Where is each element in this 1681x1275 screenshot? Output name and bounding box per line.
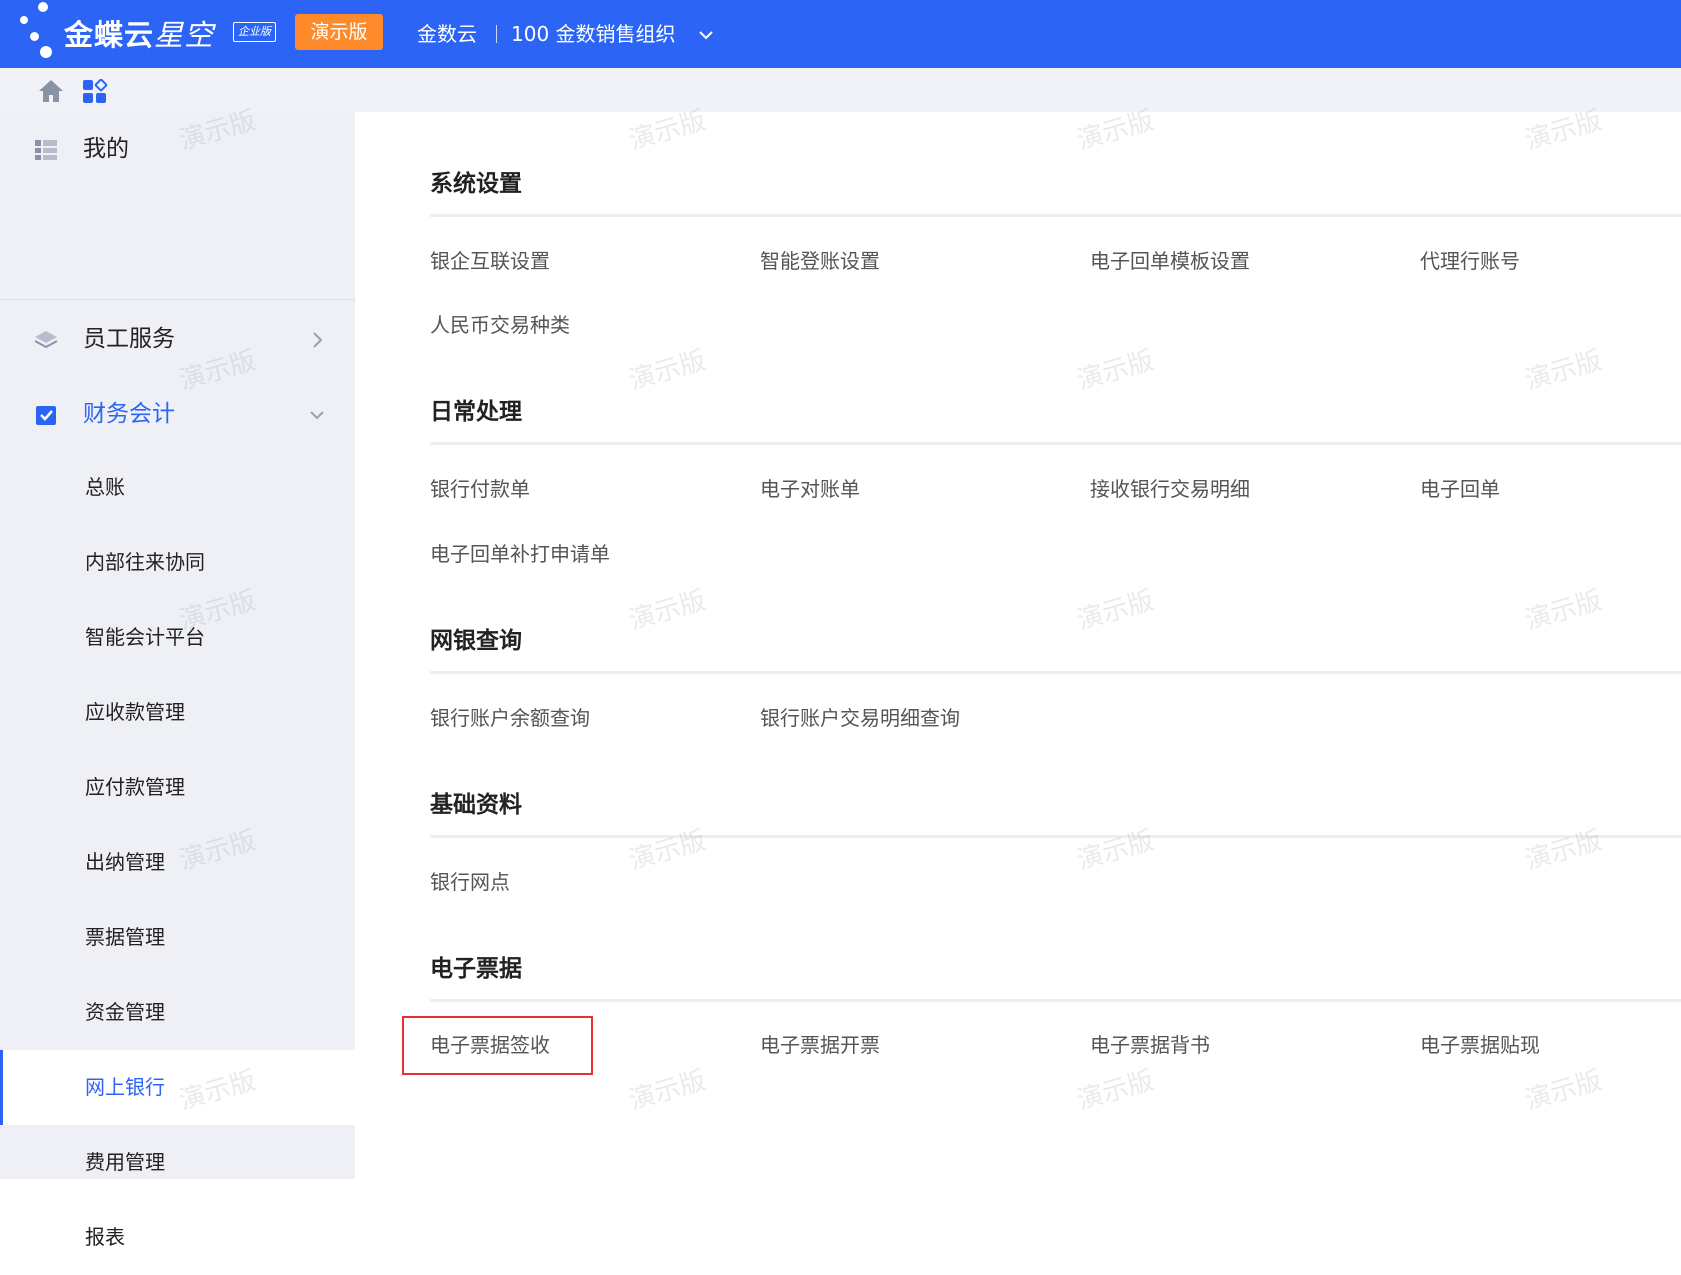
layers-icon	[34, 331, 58, 349]
sidebar-item-label: 票据管理	[85, 925, 165, 949]
sidebar-item-label: 智能会计平台	[85, 625, 205, 649]
sidebar-item-my[interactable]: 我的	[0, 112, 355, 187]
list-icon	[35, 140, 57, 160]
menu-link[interactable]: 银行网点	[430, 867, 510, 897]
menu-link[interactable]: 电子对账单	[760, 474, 860, 504]
menu-link[interactable]: 电子票据贴现	[1420, 1030, 1540, 1060]
menu-link[interactable]: 电子回单模板设置	[1090, 246, 1250, 276]
sidebar-subitem-payables[interactable]: 应付款管理	[0, 750, 355, 825]
menu-link[interactable]: 电子票据开票	[760, 1030, 880, 1060]
menu-link[interactable]: 银行账户余额查询	[430, 703, 590, 733]
demo-badge: 演示版	[295, 14, 383, 50]
sidebar-subitem-expenses[interactable]: 费用管理	[0, 1125, 355, 1200]
org-selector[interactable]: 100 金数销售组织	[511, 19, 676, 49]
sidebar-item-finance[interactable]: 财务会计	[0, 377, 355, 452]
section-title: 系统设置	[430, 171, 522, 197]
main-content: 系统设置 银企互联设置 智能登账设置 电子回单模板设置 代理行账号 人民币交易种…	[355, 112, 1681, 1179]
section-title: 网银查询	[430, 628, 522, 654]
menu-link[interactable]: 接收银行交易明细	[1090, 474, 1250, 504]
section-divider	[430, 442, 1681, 445]
edition-badge: 企业版	[233, 22, 276, 42]
section-title: 电子票据	[430, 956, 522, 982]
brand-logo[interactable]: 金蝶云星空	[64, 12, 214, 54]
sidebar-item-label: 员工服务	[83, 326, 175, 352]
tenant-name[interactable]: 金数云	[417, 19, 477, 49]
sidebar-subitem-online-banking[interactable]: 网上银行	[0, 1050, 355, 1125]
menu-link[interactable]: 人民币交易种类	[430, 310, 570, 340]
sidebar-item-label: 出纳管理	[85, 850, 165, 874]
section-title: 日常处理	[430, 399, 522, 425]
menu-link[interactable]: 银企互联设置	[430, 246, 550, 276]
sidebar-item-label: 资金管理	[85, 1000, 165, 1024]
menu-link[interactable]: 电子回单	[1420, 474, 1500, 504]
section-divider	[430, 214, 1681, 217]
section-divider	[430, 671, 1681, 674]
sidebar-divider	[0, 299, 355, 300]
sidebar-item-label: 应付款管理	[85, 775, 185, 799]
sidebar-item-label: 报表	[85, 1225, 125, 1249]
apps-icon[interactable]	[82, 79, 108, 105]
section-title: 基础资料	[430, 792, 522, 818]
menu-link[interactable]: 电子回单补打申请单	[430, 539, 610, 569]
sidebar-item-label: 总账	[85, 475, 125, 499]
sidebar-subitem-cashier[interactable]: 出纳管理	[0, 825, 355, 900]
menu-link[interactable]: 电子票据签收	[430, 1030, 550, 1060]
sidebar: 我的 员工服务 财务会计 总账 内部往来协同 智能会计平台 应收款管理 应付款管…	[0, 112, 355, 1249]
home-icon[interactable]	[38, 79, 64, 103]
menu-link[interactable]: 智能登账设置	[760, 246, 880, 276]
sidebar-subitem-internal-collab[interactable]: 内部往来协同	[0, 525, 355, 600]
chevron-down-icon[interactable]	[698, 29, 714, 41]
sidebar-subitem-receivables[interactable]: 应收款管理	[0, 675, 355, 750]
chevron-down-icon	[310, 411, 324, 420]
sidebar-subitem-funds[interactable]: 资金管理	[0, 975, 355, 1050]
sidebar-subitem-smart-accounting[interactable]: 智能会计平台	[0, 600, 355, 675]
menu-link[interactable]: 代理行账号	[1420, 246, 1520, 276]
sidebar-item-label: 费用管理	[85, 1150, 165, 1174]
top-bar: 金蝶云星空 企业版 演示版 金数云 100 金数销售组织	[0, 0, 1681, 68]
logo-dots-icon	[18, 0, 64, 66]
sidebar-subitem-reports[interactable]: 报表	[0, 1200, 355, 1275]
sidebar-item-label: 财务会计	[83, 401, 175, 427]
section-divider	[430, 835, 1681, 838]
menu-link[interactable]: 电子票据背书	[1090, 1030, 1210, 1060]
sidebar-item-label: 内部往来协同	[85, 550, 205, 574]
sidebar-item-label: 网上银行	[85, 1075, 165, 1099]
sidebar-item-label: 应收款管理	[85, 700, 185, 724]
sidebar-subitem-notes[interactable]: 票据管理	[0, 900, 355, 975]
chevron-right-icon	[313, 332, 323, 348]
sidebar-subitem-general-ledger[interactable]: 总账	[0, 450, 355, 525]
menu-link[interactable]: 银行付款单	[430, 474, 530, 504]
shortcut-bar	[0, 68, 1681, 112]
sidebar-item-employee-services[interactable]: 员工服务	[0, 302, 355, 377]
checkbox-icon	[36, 406, 56, 425]
tenant-divider	[496, 25, 497, 43]
sidebar-item-label: 我的	[83, 136, 129, 162]
section-divider	[430, 999, 1681, 1002]
menu-link[interactable]: 银行账户交易明细查询	[760, 703, 960, 733]
